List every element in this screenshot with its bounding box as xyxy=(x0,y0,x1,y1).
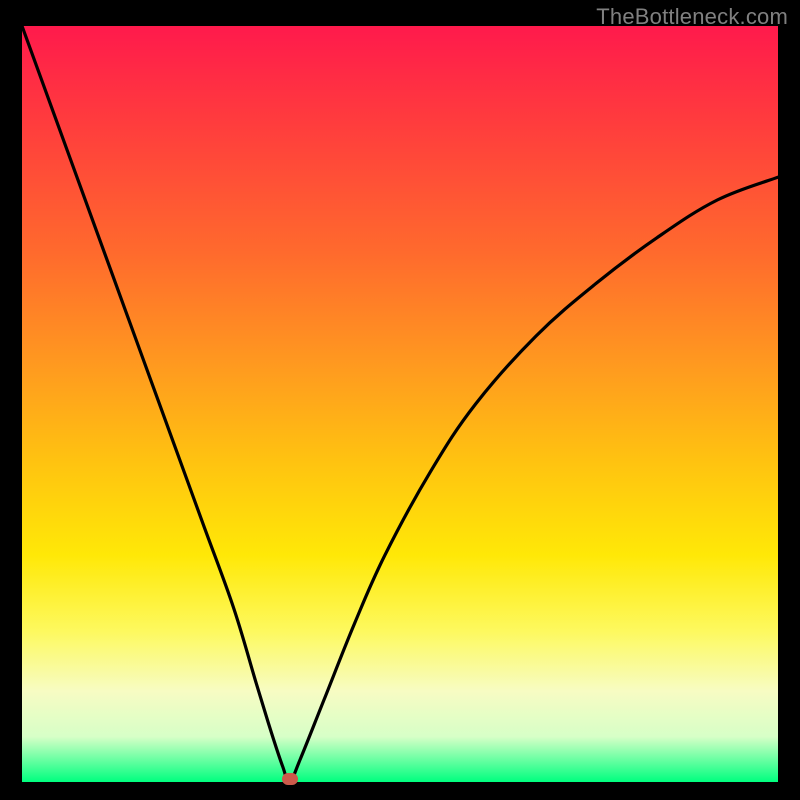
curve-svg xyxy=(22,26,778,782)
chart-frame: TheBottleneck.com xyxy=(0,0,800,800)
minimum-marker xyxy=(282,773,298,785)
plot-area xyxy=(22,26,778,782)
watermark-text: TheBottleneck.com xyxy=(596,4,788,30)
bottleneck-curve xyxy=(22,26,778,782)
